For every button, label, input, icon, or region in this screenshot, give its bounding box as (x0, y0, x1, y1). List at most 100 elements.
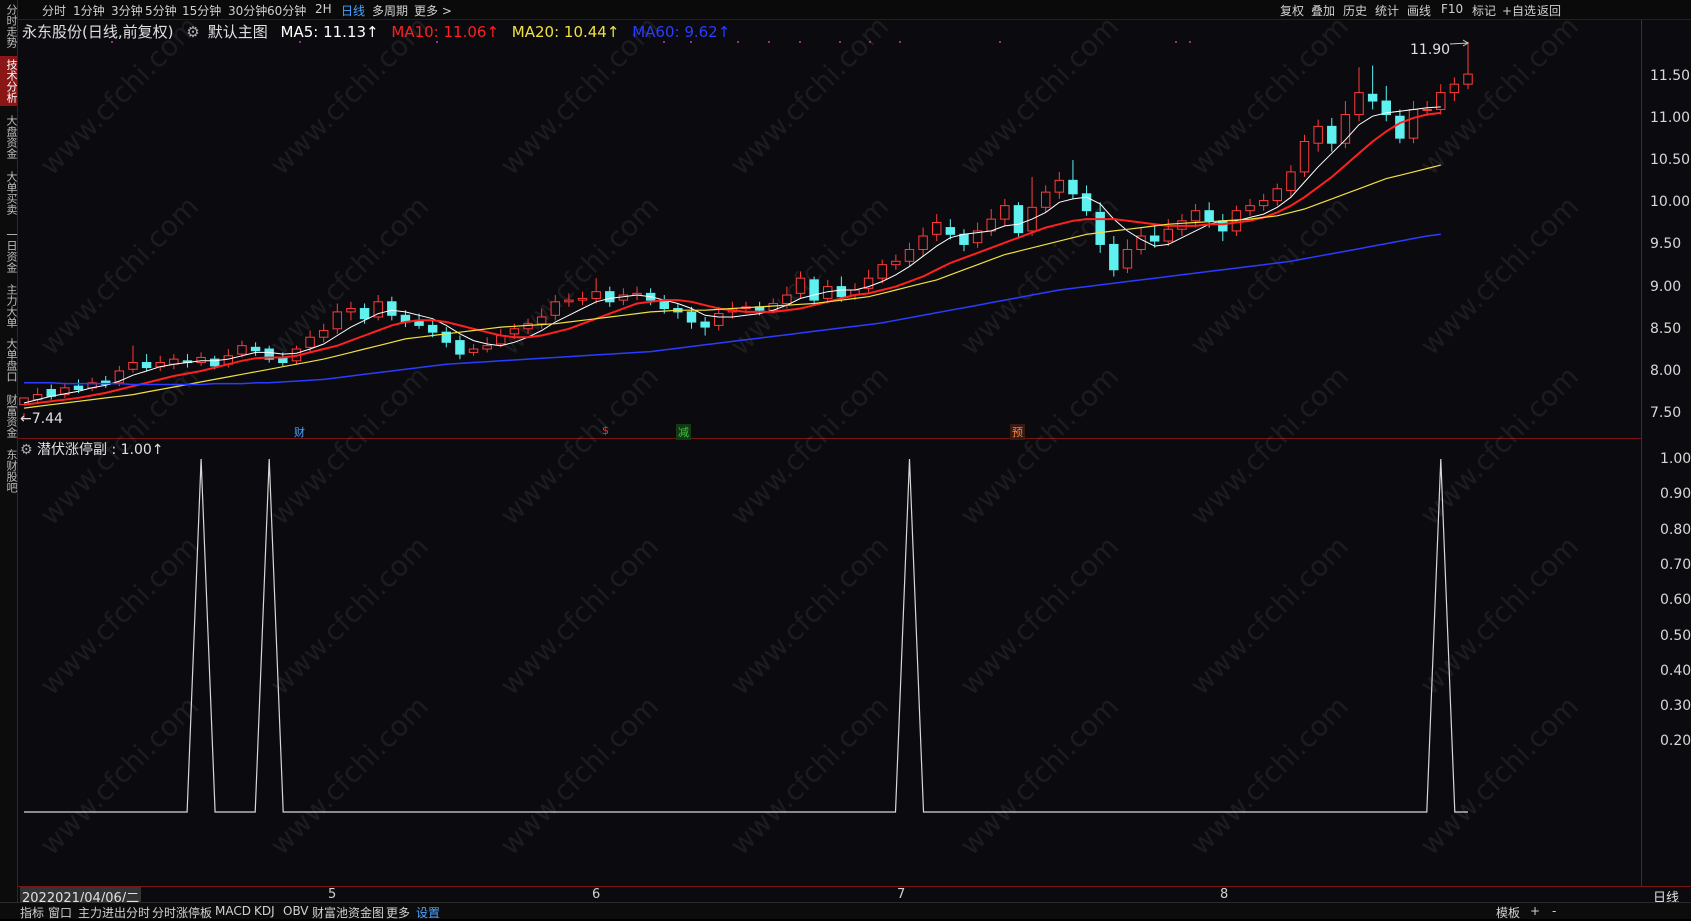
stock-title[interactable]: 永东股份(日线,前复权) (22, 23, 173, 41)
candle-body[interactable] (891, 260, 901, 266)
candle-body[interactable] (1422, 108, 1432, 111)
candle-body[interactable] (686, 311, 697, 323)
candle-body[interactable] (1163, 228, 1174, 242)
candle-body[interactable] (1313, 125, 1323, 144)
indicator-gear-icon[interactable]: ⚙ (20, 442, 33, 458)
candle-body[interactable] (1408, 108, 1419, 139)
candle-body[interactable] (1040, 191, 1051, 208)
candle-body[interactable] (1245, 205, 1255, 212)
bottom-tab[interactable]: 更多 (386, 904, 410, 921)
candle-body[interactable] (509, 328, 520, 335)
candle-body[interactable] (237, 345, 247, 355)
candle-body[interactable] (1013, 205, 1024, 234)
candle-body[interactable] (305, 336, 315, 348)
bottom-tab[interactable]: 指标 (20, 904, 44, 921)
candle-body[interactable] (359, 308, 370, 320)
watermark-text: www.cfchi.com (723, 360, 895, 532)
bottom-right-button[interactable]: + (1530, 904, 1540, 918)
candle-body[interactable] (1272, 188, 1283, 202)
bottom-tab[interactable]: 窗口 (48, 904, 72, 921)
bottom-tab[interactable]: 主力进出分时 (78, 904, 150, 921)
candle-body[interactable] (346, 308, 356, 313)
template-name[interactable]: 默认主图 (208, 23, 268, 41)
candle-body[interactable] (1463, 73, 1473, 85)
watermark-text: www.cfchi.com (723, 690, 895, 862)
candle-body[interactable] (318, 329, 329, 338)
candle-body[interactable] (918, 235, 928, 250)
bottom-right-button[interactable]: - (1552, 904, 1556, 918)
watermark-text: www.cfchi.com (263, 690, 435, 862)
indicator-title[interactable]: 潜伏涨停副 : 1.00↑ (37, 442, 164, 458)
candle-body[interactable] (591, 291, 601, 299)
candle-body[interactable] (1204, 210, 1214, 222)
candle-body[interactable] (250, 346, 261, 352)
candle-body[interactable] (523, 323, 533, 330)
candle-body[interactable] (468, 348, 479, 353)
candle-body[interactable] (959, 233, 969, 245)
candle-body[interactable] (577, 297, 588, 301)
candle-body[interactable] (550, 301, 561, 316)
event-mark-forecast[interactable]: 预 (1010, 424, 1025, 440)
period-indicator[interactable]: 日线 (1641, 886, 1691, 906)
bottom-tab[interactable]: KDJ (254, 904, 275, 918)
indicator-tick: 0.80 (1660, 521, 1691, 538)
candle-body[interactable] (387, 301, 397, 316)
candle-body[interactable] (1095, 211, 1105, 245)
candle-body[interactable] (1327, 125, 1337, 144)
candle-body[interactable] (809, 279, 819, 301)
chart-canvas[interactable]: www.cfchi.com www.cfchi.com www.cfchi.com w… (0, 0, 1691, 918)
candle-body[interactable] (618, 294, 629, 301)
candle-body[interactable] (1054, 179, 1065, 193)
candle-body[interactable] (605, 291, 615, 303)
candle-body[interactable] (1068, 179, 1078, 195)
candle-body[interactable] (795, 277, 806, 294)
bottom-tab[interactable]: MACD (215, 904, 251, 918)
signal-dot (839, 41, 841, 43)
candle-body[interactable] (1449, 83, 1460, 94)
template-gear-icon[interactable]: ⚙ (186, 23, 199, 41)
candle-body[interactable] (1081, 193, 1092, 212)
candle-body[interactable] (904, 248, 915, 262)
candle-body[interactable] (700, 321, 710, 328)
candle-body[interactable] (1218, 220, 1228, 232)
candle-body[interactable] (536, 316, 547, 325)
candle-body[interactable] (141, 362, 152, 369)
candle-body[interactable] (782, 294, 792, 304)
bottom-tab[interactable]: 分时涨停板 (152, 904, 212, 921)
candle-body[interactable] (1286, 171, 1296, 191)
watermark-text: www.cfchi.com (33, 190, 205, 362)
candle-body[interactable] (1122, 248, 1133, 269)
candle-body[interactable] (1149, 235, 1160, 242)
candle-body[interactable] (931, 222, 942, 235)
candle-body[interactable] (1367, 93, 1378, 102)
candle-body[interactable] (1340, 114, 1351, 144)
event-mark-reduce[interactable]: 减 (676, 424, 691, 440)
event-mark-finance[interactable]: 财 (292, 424, 307, 440)
candle-body[interactable] (836, 286, 847, 298)
candle-body[interactable] (455, 340, 465, 355)
candle-body[interactable] (73, 385, 84, 391)
bottom-tab[interactable]: OBV (283, 904, 309, 918)
candle-body[interactable] (482, 345, 492, 350)
bottom-right-button[interactable]: 模板 (1496, 904, 1520, 921)
indicator-tick: 0.30 (1660, 698, 1691, 715)
candle-body[interactable] (1395, 115, 1405, 139)
bottom-tab[interactable]: 设置 (416, 904, 440, 921)
candle-body[interactable] (427, 324, 438, 333)
candle-body[interactable] (564, 299, 574, 303)
candle-body[interactable] (877, 264, 887, 279)
candle-body[interactable] (1258, 200, 1269, 207)
candle-body[interactable] (1354, 92, 1364, 116)
candle-body[interactable] (945, 227, 956, 235)
event-mark-dividend[interactable]: $ (600, 424, 611, 437)
candle-body[interactable] (1109, 243, 1119, 271)
candle-body[interactable] (1190, 210, 1201, 222)
candle-body[interactable] (714, 313, 724, 326)
candle-body[interactable] (196, 356, 206, 364)
bottom-tab[interactable]: 财富池资金图 (312, 904, 384, 921)
candle-body[interactable] (1299, 141, 1310, 173)
candle-body[interactable] (128, 362, 138, 370)
candle-body[interactable] (332, 311, 343, 330)
candle-body[interactable] (986, 218, 996, 232)
candle-body[interactable] (1000, 205, 1010, 220)
